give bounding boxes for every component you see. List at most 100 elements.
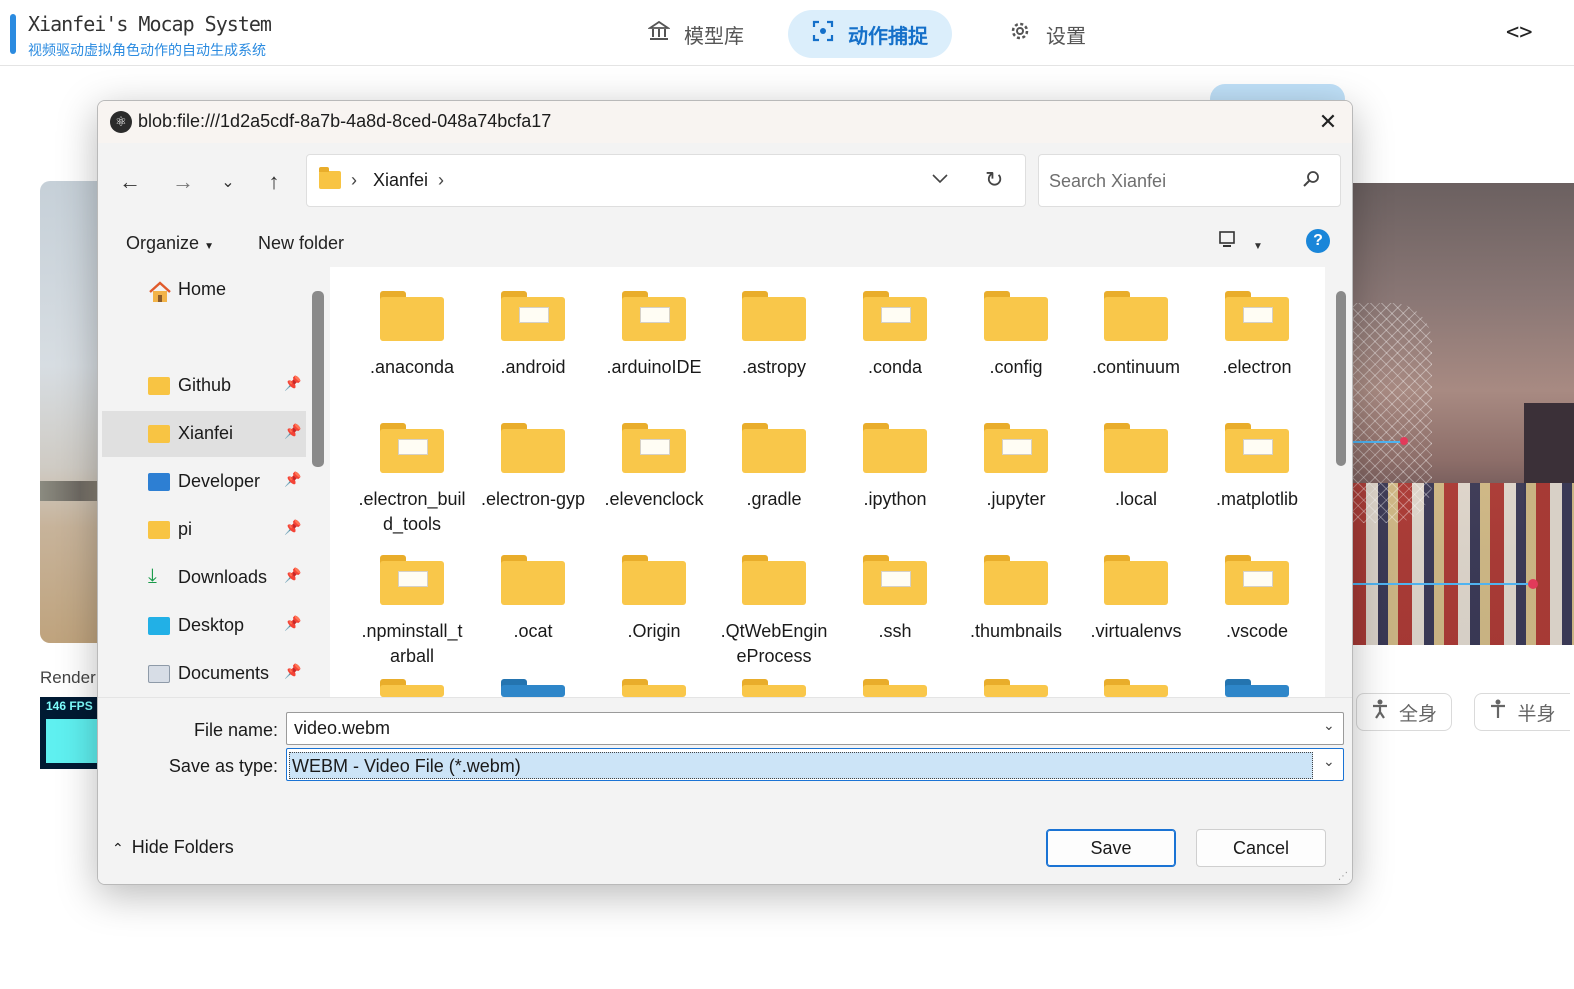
help-icon[interactable]: ? bbox=[1306, 229, 1330, 253]
back-button[interactable]: ← bbox=[113, 167, 147, 197]
organize-menu-button[interactable]: Organize ▼ bbox=[126, 233, 214, 254]
folder-icon bbox=[742, 555, 806, 605]
folder-item[interactable]: .electron bbox=[1197, 283, 1317, 380]
nav-item-documents[interactable]: Documents 📌 bbox=[102, 651, 306, 697]
nav-item-label: Documents bbox=[178, 663, 270, 683]
refresh-icon[interactable]: ↻ bbox=[985, 167, 1003, 193]
folder-item[interactable]: .thumbnails bbox=[956, 547, 1076, 644]
folder-item[interactable]: .gradle bbox=[714, 415, 834, 512]
save-button[interactable]: Save bbox=[1046, 829, 1176, 867]
folder-name: .config bbox=[989, 357, 1043, 377]
nav-pane-scrollbar[interactable] bbox=[312, 291, 324, 467]
folder-item-partial[interactable] bbox=[352, 679, 472, 697]
focus-icon bbox=[812, 20, 834, 48]
nav-model-library[interactable]: 模型库 bbox=[640, 10, 752, 58]
breadcrumb-xianfei[interactable]: Xianfei bbox=[373, 170, 428, 191]
address-bar[interactable]: › Xianfei › ↻ bbox=[306, 154, 1026, 207]
full-body-button[interactable]: 全身 bbox=[1356, 693, 1452, 731]
folder-item[interactable]: .continuum bbox=[1076, 283, 1196, 380]
folder-item[interactable]: .electron-gyp bbox=[473, 415, 593, 512]
folder-item[interactable]: .astropy bbox=[714, 283, 834, 380]
nav-item-xianfei[interactable]: Xianfei 📌 bbox=[102, 411, 306, 457]
folder-icon bbox=[380, 291, 444, 341]
save-fields: File name: video.webm ⌄ Save as type: WE… bbox=[98, 697, 1352, 797]
folder-item-partial[interactable] bbox=[1197, 679, 1317, 697]
folder-item-partial[interactable] bbox=[1076, 679, 1196, 697]
nav-item-downloads[interactable]: ⤓ Downloads 📌 bbox=[102, 555, 306, 601]
hide-folders-toggle[interactable]: ⌃ Hide Folders bbox=[112, 837, 234, 858]
folder-name: .electron bbox=[1222, 357, 1292, 377]
folder-item-partial[interactable] bbox=[473, 679, 593, 697]
chevron-down-icon[interactable]: ⌄ bbox=[1323, 717, 1335, 734]
folder-icon bbox=[622, 679, 686, 697]
folder-icon bbox=[863, 423, 927, 473]
nav-item-developer[interactable]: Developer 📌 bbox=[102, 459, 306, 505]
gear-icon bbox=[1008, 19, 1032, 49]
save-type-select[interactable]: WEBM - Video File (*.webm) ⌄ bbox=[286, 748, 1344, 781]
folder-icon bbox=[984, 555, 1048, 605]
folder-item[interactable]: .jupyter bbox=[956, 415, 1076, 512]
view-options-button[interactable]: ▼ bbox=[1218, 231, 1263, 254]
app-title: Xianfei's Mocap System bbox=[28, 12, 272, 36]
folder-item-partial[interactable] bbox=[835, 679, 955, 697]
nav-item-home[interactable]: Home bbox=[102, 267, 306, 313]
electron-app-icon: ⚛ bbox=[110, 111, 132, 133]
folder-name: .matplotlib bbox=[1215, 489, 1299, 509]
folder-icon bbox=[863, 291, 927, 341]
search-icon[interactable] bbox=[1301, 169, 1321, 195]
new-folder-button[interactable]: New folder bbox=[258, 233, 344, 254]
breadcrumb-chevron-icon[interactable]: › bbox=[351, 170, 357, 191]
folder-item[interactable]: .vscode bbox=[1197, 547, 1317, 644]
folder-item[interactable]: .npminstall_tarball bbox=[352, 547, 472, 669]
breadcrumb-chevron-icon[interactable]: › bbox=[438, 170, 444, 191]
nav-item-label: Developer bbox=[178, 471, 261, 491]
folder-item[interactable]: .ssh bbox=[835, 547, 955, 644]
up-button[interactable]: ↑ bbox=[257, 167, 291, 197]
folder-item[interactable]: .ipython bbox=[835, 415, 955, 512]
half-body-button[interactable]: 半身 bbox=[1474, 693, 1570, 731]
folder-icon bbox=[1225, 679, 1289, 697]
download-icon: ⤓ bbox=[148, 565, 157, 587]
file-list-scrollbar[interactable] bbox=[1336, 291, 1346, 466]
folder-item-partial[interactable] bbox=[714, 679, 834, 697]
documents-icon bbox=[148, 665, 170, 683]
folder-item[interactable]: .ocat bbox=[473, 547, 593, 644]
folder-item[interactable]: .anaconda bbox=[352, 283, 472, 380]
folder-icon bbox=[1104, 555, 1168, 605]
close-icon[interactable]: ✕ bbox=[1310, 105, 1346, 139]
recent-locations-chevron-icon[interactable]: ⌄ bbox=[211, 167, 245, 197]
folder-item[interactable]: .conda bbox=[835, 283, 955, 380]
forward-button[interactable]: → bbox=[166, 167, 200, 197]
app-header: Xianfei's Mocap System 视频驱动虚拟角色动作的自动生成系统… bbox=[0, 0, 1574, 66]
folder-item[interactable]: .arduinoIDE bbox=[594, 283, 714, 380]
folder-item[interactable]: .QtWebEngineProcess bbox=[714, 547, 834, 669]
search-input[interactable]: Search Xianfei bbox=[1038, 154, 1341, 207]
chevron-down-icon[interactable]: ⌄ bbox=[1323, 753, 1335, 770]
file-name-value: video.webm bbox=[294, 718, 391, 738]
code-toggle-button[interactable]: <> bbox=[1506, 20, 1533, 45]
address-dropdown-chevron-icon[interactable] bbox=[931, 169, 949, 190]
nav-motion-capture[interactable]: 动作捕捉 bbox=[788, 10, 952, 58]
nav-item-label: Home bbox=[178, 279, 227, 299]
nav-item-desktop[interactable]: Desktop 📌 bbox=[102, 603, 306, 649]
folder-item[interactable]: .virtualenvs bbox=[1076, 547, 1196, 644]
file-name-input[interactable]: video.webm ⌄ bbox=[286, 712, 1344, 745]
pin-icon: 📌 bbox=[284, 471, 302, 487]
folder-item[interactable]: .local bbox=[1076, 415, 1196, 512]
nav-item-github[interactable]: Github 📌 bbox=[102, 363, 306, 409]
folder-item[interactable]: .electron_build_tools bbox=[352, 415, 472, 537]
search-placeholder: Search Xianfei bbox=[1049, 171, 1167, 191]
folder-name: .local bbox=[1114, 489, 1158, 509]
folder-name: .ipython bbox=[863, 489, 927, 509]
folder-item[interactable]: .matplotlib bbox=[1197, 415, 1317, 512]
folder-item[interactable]: .android bbox=[473, 283, 593, 380]
cancel-button[interactable]: Cancel bbox=[1196, 829, 1326, 867]
folder-item[interactable]: .elevenclock bbox=[594, 415, 714, 512]
nav-item-pi[interactable]: pi 📌 bbox=[102, 507, 306, 553]
folder-item-partial[interactable] bbox=[594, 679, 714, 697]
nav-settings[interactable]: 设置 bbox=[1000, 10, 1094, 58]
folder-item[interactable]: .Origin bbox=[594, 547, 714, 644]
folder-item-partial[interactable] bbox=[956, 679, 1076, 697]
resize-grip-icon[interactable]: ⋰ bbox=[1338, 871, 1348, 882]
folder-item[interactable]: .config bbox=[956, 283, 1076, 380]
